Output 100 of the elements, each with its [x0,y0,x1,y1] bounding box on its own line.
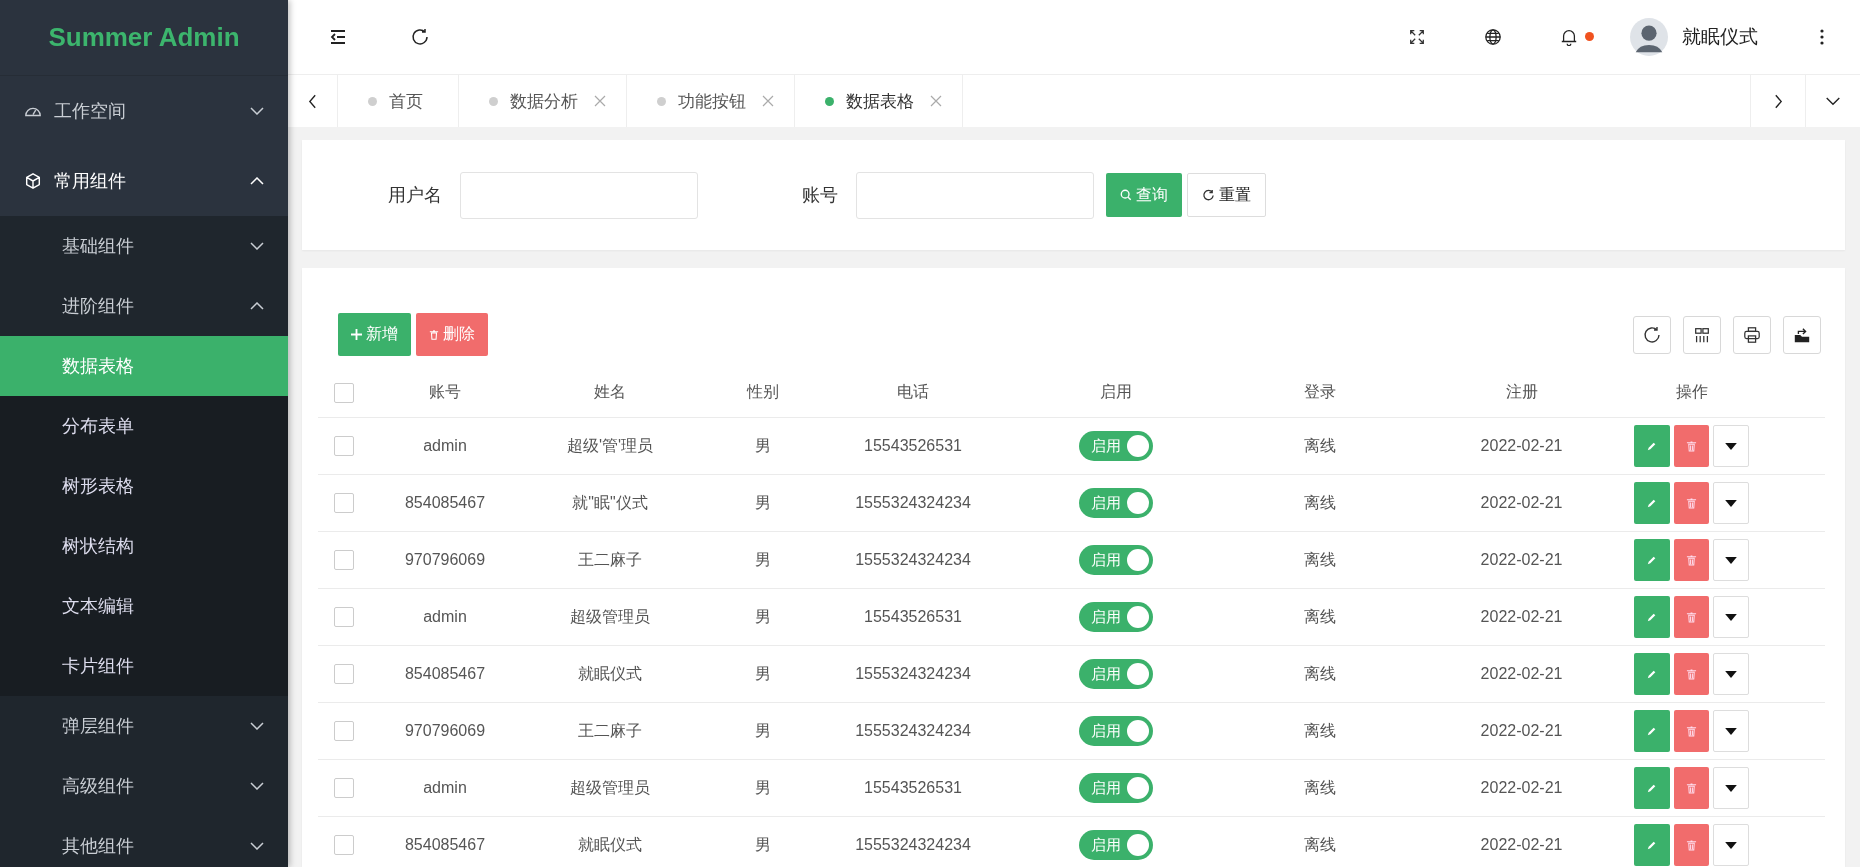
dropdown-button[interactable] [1713,482,1749,524]
table-cell-text: 男 [753,606,772,627]
checkbox[interactable] [334,835,354,855]
table-cell-text: 离线 [1303,606,1337,627]
sidebar-item[interactable]: 分布表单 [0,396,288,456]
notification-bell-icon[interactable] [1560,28,1578,46]
checkbox[interactable] [334,607,354,627]
trash-icon [1685,497,1697,509]
tab-status-dot [489,96,498,106]
globe-icon[interactable] [1484,28,1502,46]
table-cell-text: 男 [753,435,772,456]
column-header: 性别 [745,382,780,402]
fullscreen-icon[interactable] [1408,28,1426,46]
table-cell-text: 2022-02-21 [1479,494,1564,512]
checkbox[interactable] [334,436,354,456]
dropdown-button[interactable] [1713,539,1749,581]
dropdown-button[interactable] [1713,653,1749,695]
print-button[interactable] [1733,315,1771,354]
dropdown-button[interactable] [1713,824,1749,866]
sidebar-item[interactable]: 常用组件 [0,146,288,216]
chevron-up-icon [250,177,264,185]
table-cell-text: 1555324324234 [854,836,972,854]
table-cell-text: 2022-02-21 [1479,836,1564,854]
table-cell-text: 男 [753,549,772,570]
input-field[interactable] [460,171,698,219]
tab[interactable]: 首页 [338,75,459,127]
sidebar-item[interactable]: 工作空间 [0,76,288,146]
table-cell-text: 离线 [1303,777,1337,798]
sidebar-item[interactable]: 树状结构 [0,516,288,576]
tab[interactable]: 数据表格 [795,75,963,127]
tab[interactable]: 功能按钮 [627,75,795,127]
user-name[interactable]: 就眠仪式 [1682,24,1758,50]
chevron-left-icon [308,93,317,109]
more-icon[interactable] [1820,29,1824,45]
sidebar-item[interactable]: 基础组件 [0,216,288,276]
caret-down-icon [1725,499,1737,507]
refresh-button[interactable] [1633,315,1671,354]
sidebar-item[interactable]: 高级组件 [0,756,288,816]
refresh-icon[interactable] [410,27,430,47]
checkbox[interactable] [334,550,354,570]
sidebar-item[interactable]: 进阶组件 [0,276,288,336]
table-cell-text: 超级管理员 [569,777,651,798]
close-icon[interactable] [594,95,606,107]
pencil-icon [1646,669,1657,679]
sidebar-item[interactable]: 其他组件 [0,816,288,867]
sidebar-item[interactable]: 文本编辑 [0,576,288,636]
sidebar-item[interactable]: 树形表格 [0,456,288,516]
table-cell-text: 离线 [1303,834,1337,855]
table-cell-text: 离线 [1303,549,1337,570]
table-cell-text: 男 [753,834,772,855]
table-cell-text: 男 [753,720,772,741]
table-cell-text: 970796069 [403,551,487,569]
dropdown-button[interactable] [1713,710,1749,752]
close-icon[interactable] [930,95,942,107]
checkbox[interactable] [334,664,354,684]
table-cell-text: 15543526531 [863,779,963,797]
table-cell-text: 854085467 [403,494,487,512]
tab[interactable]: 数据分析 [459,75,627,127]
table-cell-text: 超级管理员 [569,606,651,627]
chevron-down-icon [250,842,264,850]
tab-status-dot [368,96,377,106]
table-cell-text: 2022-02-21 [1479,722,1564,740]
chevron-up-icon [250,302,264,310]
dropdown-button[interactable] [1713,425,1749,467]
checkbox[interactable] [334,493,354,513]
table-cell-text: 2022-02-21 [1479,437,1564,455]
table-cell-text: 离线 [1303,663,1337,684]
export-icon [1793,325,1811,344]
table-cell-text: 就眠仪式 [577,834,643,855]
table-cell-text: 2022-02-21 [1479,551,1564,569]
reset-button[interactable]: 重置 [1187,173,1266,217]
column-header: 账号 [428,382,462,402]
table-cell-text: admin [422,608,468,626]
plus-icon [351,329,362,340]
dropdown-button[interactable] [1713,767,1749,809]
caret-down-icon [1725,727,1737,735]
table-cell-text: 就眠仪式 [577,663,643,684]
input-field[interactable] [856,171,1094,219]
close-icon[interactable] [762,95,774,107]
export-button[interactable] [1783,315,1821,354]
trash-icon [1685,554,1697,566]
table-cell-text: 超级'管'理员 [565,435,655,456]
pencil-icon [1646,441,1657,451]
checkbox[interactable] [334,721,354,741]
caret-down-icon [1725,841,1737,849]
table-cell-text: 2022-02-21 [1479,608,1564,626]
field-label: 账号 [801,184,838,207]
pencil-icon [1646,612,1657,622]
trash-icon [1685,839,1697,851]
columns-button[interactable] [1683,315,1721,354]
dropdown-button[interactable] [1713,596,1749,638]
column-header: 启用 [1099,382,1133,402]
trash-icon [429,329,439,340]
checkbox[interactable] [334,778,354,798]
avatar[interactable] [1630,18,1668,56]
sidebar-item[interactable]: 卡片组件 [0,636,288,696]
tab-status-dot [825,96,834,106]
sidebar-item[interactable]: 弹层组件 [0,696,288,756]
checkbox[interactable] [334,382,354,403]
menu-collapse-icon[interactable] [328,27,348,47]
